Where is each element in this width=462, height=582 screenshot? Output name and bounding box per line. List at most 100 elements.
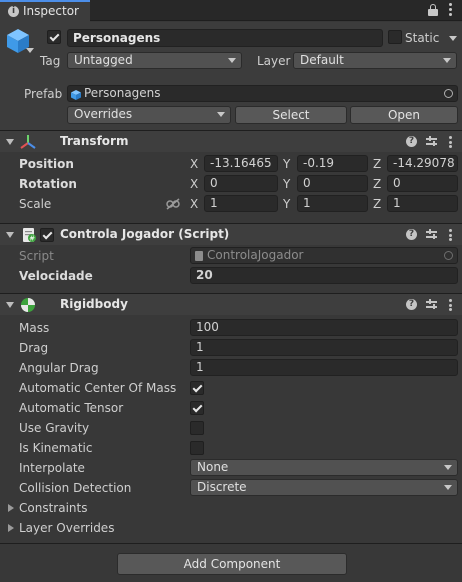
select-button[interactable]: Select	[235, 106, 347, 124]
chevron-down-icon	[444, 485, 452, 490]
prefab-field[interactable]: Personagens	[67, 85, 458, 102]
angular-drag-label: Angular Drag	[19, 361, 99, 375]
object-picker-icon[interactable]	[444, 89, 453, 98]
rigidbody-icon	[20, 297, 36, 313]
script-icon: #	[21, 227, 37, 243]
mass-label: Mass	[19, 321, 50, 335]
rotation-y-label[interactable]: Y	[283, 176, 290, 192]
more-options-icon[interactable]	[449, 3, 453, 17]
fold-open-icon[interactable]	[6, 139, 14, 145]
position-y-field[interactable]: -0.19	[297, 155, 368, 172]
interpolate-dropdown[interactable]: None	[190, 459, 458, 476]
scale-x-label[interactable]: X	[190, 196, 198, 212]
scale-y-field[interactable]: 1	[297, 195, 368, 212]
rigidbody-header[interactable]: Rigidbody ?	[0, 293, 462, 315]
collision-detection-dropdown[interactable]: Discrete	[190, 479, 458, 496]
script-field: ControlaJogador	[190, 247, 458, 264]
layer-dropdown[interactable]: Default	[293, 52, 457, 69]
transform-icon	[20, 134, 36, 150]
angular-drag-field[interactable]: 1	[190, 359, 458, 376]
script-enabled-checkbox[interactable]	[40, 228, 54, 242]
layer-label: Layer	[257, 54, 291, 68]
static-checkbox[interactable]	[388, 30, 402, 44]
tab-label: Inspector	[23, 4, 79, 18]
layer-overrides-fold-icon[interactable]	[8, 524, 14, 532]
velocidade-label: Velocidade	[19, 269, 93, 283]
layer-value: Default	[300, 53, 344, 67]
help-icon[interactable]: ?	[406, 229, 417, 240]
script-label: Script	[19, 249, 54, 263]
overrides-dropdown[interactable]: Overrides	[67, 106, 231, 124]
collision-detection-value: Discrete	[197, 480, 247, 494]
constraints-fold-icon[interactable]	[8, 504, 14, 512]
mass-field[interactable]: 100	[190, 319, 458, 336]
script-file-icon	[195, 251, 203, 261]
open-button[interactable]: Open	[350, 106, 458, 124]
position-z-label[interactable]: Z	[373, 156, 381, 172]
use-gravity-label: Use Gravity	[19, 421, 90, 435]
position-x-label[interactable]: X	[190, 156, 198, 172]
chevron-down-icon	[217, 112, 225, 117]
help-icon[interactable]: ?	[406, 136, 417, 147]
interpolate-label: Interpolate	[19, 461, 85, 475]
chevron-down-icon	[443, 58, 451, 63]
layer-overrides-label[interactable]: Layer Overrides	[19, 520, 114, 536]
script-value: ControlaJogador	[207, 248, 304, 262]
object-name-field[interactable]: Personagens	[67, 29, 383, 47]
collision-detection-label: Collision Detection	[19, 481, 132, 495]
auto-center-of-mass-label: Automatic Center Of Mass	[19, 381, 177, 395]
more-options-icon[interactable]	[449, 229, 452, 241]
constraints-label[interactable]: Constraints	[19, 500, 87, 516]
tag-dropdown[interactable]: Untagged	[67, 52, 242, 69]
lock-icon[interactable]	[428, 4, 438, 16]
rotation-x-label[interactable]: X	[190, 176, 198, 192]
scale-x-field[interactable]: 1	[204, 195, 278, 212]
rotation-z-field[interactable]: 0	[387, 175, 458, 192]
tab-inspector[interactable]: i Inspector	[0, 0, 90, 22]
info-icon: i	[8, 6, 19, 17]
transform-header[interactable]: Transform ?	[0, 130, 462, 152]
use-gravity-checkbox[interactable]	[190, 421, 204, 435]
svg-text:#: #	[29, 235, 35, 243]
static-dropdown-arrow[interactable]	[449, 36, 457, 41]
fold-open-icon[interactable]	[6, 302, 14, 308]
icon-dropdown-arrow[interactable]	[26, 48, 34, 53]
help-icon[interactable]: ?	[406, 299, 417, 310]
add-component-button[interactable]: Add Component	[117, 553, 347, 575]
prefab-cube-icon	[71, 89, 81, 100]
script-component-header[interactable]: # Controla Jogador (Script) ?	[0, 223, 462, 245]
auto-center-of-mass-checkbox[interactable]	[190, 381, 204, 395]
position-z-field[interactable]: -14.29078	[387, 155, 458, 172]
auto-tensor-checkbox[interactable]	[190, 401, 204, 415]
rotation-x-field[interactable]: 0	[204, 175, 278, 192]
overrides-label: Overrides	[74, 107, 133, 121]
prefab-label: Prefab	[24, 87, 63, 101]
scale-z-label[interactable]: Z	[373, 196, 381, 212]
scale-y-label[interactable]: Y	[283, 196, 290, 212]
presets-icon[interactable]	[426, 299, 437, 310]
position-y-label[interactable]: Y	[283, 156, 290, 172]
constrain-proportions-icon[interactable]	[166, 198, 180, 210]
drag-label: Drag	[19, 341, 49, 355]
rotation-y-field[interactable]: 0	[297, 175, 368, 192]
more-options-icon[interactable]	[449, 136, 452, 148]
drag-field[interactable]: 1	[190, 339, 458, 356]
more-options-icon[interactable]	[449, 299, 452, 311]
scale-z-field[interactable]: 1	[387, 195, 458, 212]
script-component-title: Controla Jogador (Script)	[60, 227, 230, 241]
is-kinematic-checkbox[interactable]	[190, 441, 204, 455]
position-label: Position	[19, 157, 74, 171]
scale-label: Scale	[19, 197, 52, 211]
presets-icon[interactable]	[426, 229, 437, 240]
rotation-label: Rotation	[19, 177, 77, 191]
footer-divider	[0, 543, 462, 544]
fold-open-icon[interactable]	[6, 232, 14, 238]
active-checkbox[interactable]	[47, 30, 61, 44]
presets-icon[interactable]	[426, 136, 437, 147]
position-x-field[interactable]: -13.16465	[204, 155, 278, 172]
velocidade-field[interactable]: 20	[190, 267, 458, 284]
chevron-down-icon	[228, 58, 236, 63]
rotation-z-label[interactable]: Z	[373, 176, 381, 192]
prefab-value: Personagens	[84, 86, 161, 100]
transform-title: Transform	[60, 134, 129, 148]
